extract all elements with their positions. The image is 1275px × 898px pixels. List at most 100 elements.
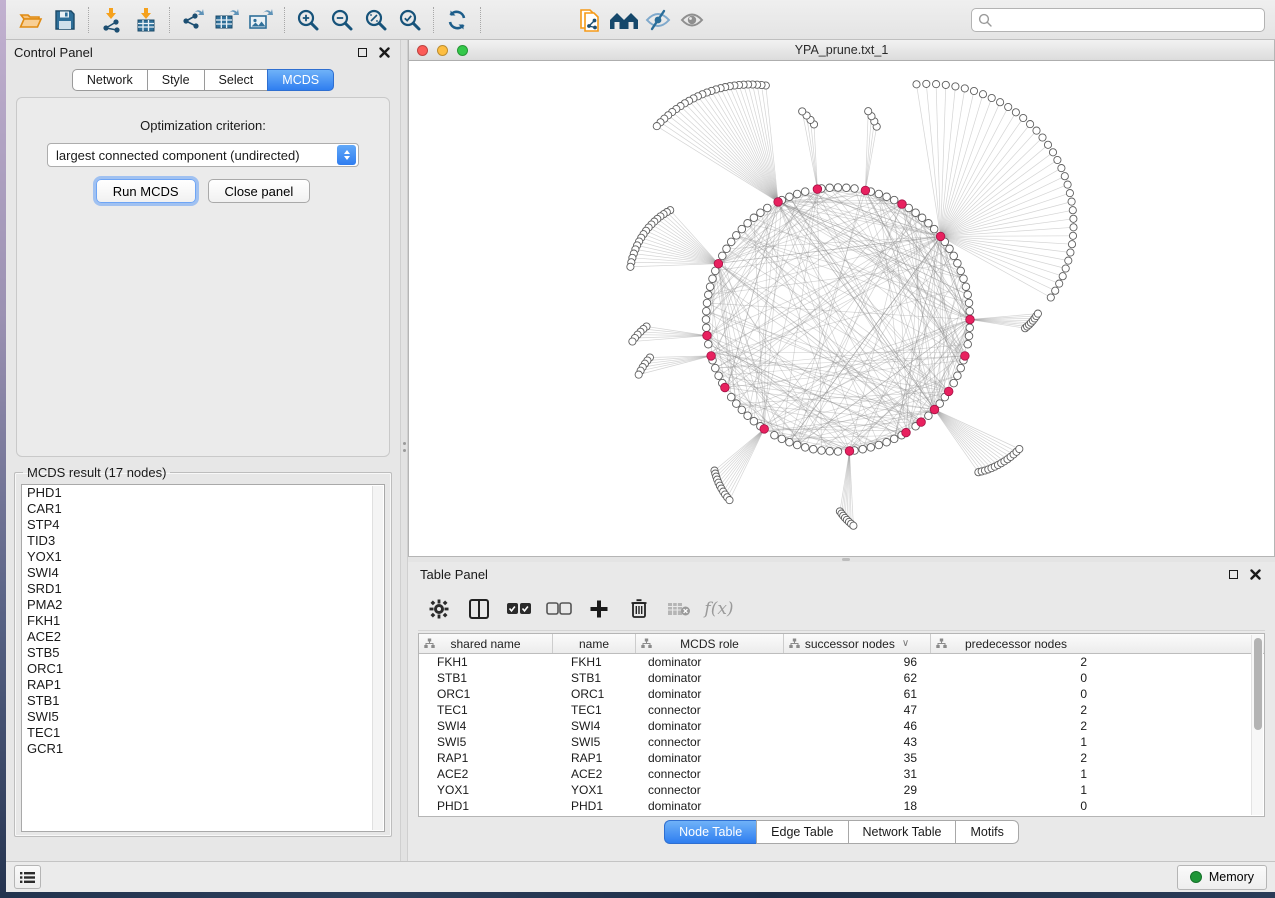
mcds-list-item[interactable]: PHD1 xyxy=(22,485,384,501)
table-row[interactable]: SWI5SWI5connector431 xyxy=(419,734,1264,750)
mcds-list-item[interactable]: STP4 xyxy=(22,517,384,533)
table-scrollbar[interactable] xyxy=(1251,635,1263,815)
mcds-list-item[interactable]: STB5 xyxy=(22,645,384,661)
export-table-button[interactable] xyxy=(210,4,244,36)
cell-name: PHD1 xyxy=(553,798,636,814)
deselect-all-button[interactable] xyxy=(544,594,574,624)
tab-network-table[interactable]: Network Table xyxy=(848,820,956,844)
add-column-button[interactable] xyxy=(584,594,614,624)
zoom-fit-button[interactable] xyxy=(359,4,393,36)
mcds-result-list[interactable]: PHD1CAR1STP4TID3YOX1SWI4SRD1PMA2FKH1ACE2… xyxy=(21,484,385,832)
table-row[interactable]: YOX1YOX1connector291 xyxy=(419,782,1264,798)
cell-successor-nodes: 31 xyxy=(784,766,931,782)
float-panel-button[interactable] xyxy=(354,45,370,61)
toolbar-separator xyxy=(88,7,89,33)
fx-icon: f(x) xyxy=(704,599,733,619)
mcds-list-item[interactable]: SWI4 xyxy=(22,565,384,581)
trash-icon xyxy=(630,598,648,619)
column-header-predecessor-nodes[interactable]: predecessor nodes xyxy=(931,634,1101,653)
mcds-list-item[interactable]: YOX1 xyxy=(22,549,384,565)
table-row[interactable]: PHD1PHD1dominator180 xyxy=(419,798,1264,814)
mcds-list-item[interactable]: GCR1 xyxy=(22,741,384,757)
network-canvas[interactable] xyxy=(409,61,1274,556)
network-window-titlebar[interactable]: YPA_prune.txt_1 xyxy=(409,40,1274,61)
toolbar-separator xyxy=(284,7,285,33)
close-panel-button[interactable] xyxy=(376,45,392,61)
mcds-list-item[interactable]: STB1 xyxy=(22,693,384,709)
vertical-splitter[interactable] xyxy=(400,40,408,861)
mcds-list-item[interactable]: TID3 xyxy=(22,533,384,549)
scrollbar-thumb[interactable] xyxy=(1254,638,1262,730)
mcds-list-item[interactable]: RAP1 xyxy=(22,677,384,693)
show-panels-button[interactable] xyxy=(607,4,641,36)
mcds-list-item[interactable]: SRD1 xyxy=(22,581,384,597)
table-tabbar: Node TableEdge TableNetwork TableMotifs xyxy=(408,817,1275,847)
export-network-button[interactable] xyxy=(176,4,210,36)
delete-column-button[interactable] xyxy=(624,594,654,624)
table-body: FKH1FKH1dominator962STB1STB1dominator620… xyxy=(419,654,1264,814)
column-header-name[interactable]: name xyxy=(553,634,636,653)
criterion-select[interactable]: largest connected component (undirected) xyxy=(47,143,359,167)
show-columns-button[interactable] xyxy=(464,594,494,624)
clone-network-button[interactable] xyxy=(573,4,607,36)
tab-mcds[interactable]: MCDS xyxy=(267,69,334,91)
memory-button[interactable]: Memory xyxy=(1177,865,1267,890)
cell-MCDS-role: connector xyxy=(636,766,784,782)
apply-layout-button[interactable] xyxy=(440,4,474,36)
mcds-list-item[interactable]: CAR1 xyxy=(22,501,384,517)
zoom-selected-button[interactable] xyxy=(393,4,427,36)
table-row[interactable]: ACE2ACE2connector311 xyxy=(419,766,1264,782)
table-close-button[interactable] xyxy=(1247,567,1263,583)
table-settings-button[interactable] xyxy=(424,594,454,624)
mcds-list-item[interactable]: PMA2 xyxy=(22,597,384,613)
toolbar-separator xyxy=(169,7,170,33)
column-header-MCDS-role[interactable]: MCDS role xyxy=(636,634,784,653)
delete-table-button[interactable] xyxy=(664,594,694,624)
tab-node-table[interactable]: Node Table xyxy=(664,820,756,844)
cell-shared-name: ACE2 xyxy=(419,766,553,782)
table-float-button[interactable] xyxy=(1225,567,1241,583)
close-panel-action-button[interactable]: Close panel xyxy=(208,179,311,203)
plus-icon xyxy=(589,599,609,619)
table-row[interactable]: ORC1ORC1dominator610 xyxy=(419,686,1264,702)
table-row[interactable]: STB1STB1dominator620 xyxy=(419,670,1264,686)
open-file-button[interactable] xyxy=(14,4,48,36)
mcds-list-item[interactable]: SWI5 xyxy=(22,709,384,725)
list-scrollbar[interactable] xyxy=(372,486,383,830)
table-row[interactable]: RAP1RAP1dominator352 xyxy=(419,750,1264,766)
run-mcds-button[interactable]: Run MCDS xyxy=(96,179,196,203)
tab-select[interactable]: Select xyxy=(204,69,268,91)
column-header-shared-name[interactable]: shared name xyxy=(419,634,553,653)
mcds-result-title: MCDS result (17 nodes) xyxy=(23,465,170,480)
mcds-list-item[interactable]: TEC1 xyxy=(22,725,384,741)
mcds-list-item[interactable]: ORC1 xyxy=(22,661,384,677)
save-session-button[interactable] xyxy=(48,4,82,36)
hide-selected-button[interactable] xyxy=(641,4,675,36)
cell-shared-name: ORC1 xyxy=(419,686,553,702)
float-icon xyxy=(358,48,367,57)
export-image-button[interactable] xyxy=(244,4,278,36)
horizontal-splitter[interactable] xyxy=(408,557,1275,562)
function-builder-button[interactable]: f(x) xyxy=(704,594,734,624)
tab-motifs[interactable]: Motifs xyxy=(955,820,1018,844)
task-history-button[interactable] xyxy=(14,865,41,889)
import-table-button[interactable] xyxy=(129,4,163,36)
mcds-list-item[interactable]: ACE2 xyxy=(22,629,384,645)
tab-network[interactable]: Network xyxy=(72,69,147,91)
select-all-button[interactable] xyxy=(504,594,534,624)
zoom-in-button[interactable] xyxy=(291,4,325,36)
tab-style[interactable]: Style xyxy=(147,69,204,91)
table-row[interactable]: TEC1TEC1connector472 xyxy=(419,702,1264,718)
show-all-button[interactable] xyxy=(675,4,709,36)
memory-label: Memory xyxy=(1209,870,1254,884)
table-row[interactable]: SWI4SWI4dominator462 xyxy=(419,718,1264,734)
search-input[interactable] xyxy=(996,13,1258,27)
zoom-out-button[interactable] xyxy=(325,4,359,36)
column-label: name xyxy=(579,637,609,651)
tab-edge-table[interactable]: Edge Table xyxy=(756,820,847,844)
table-row[interactable]: FKH1FKH1dominator962 xyxy=(419,654,1264,670)
cell-MCDS-role: connector xyxy=(636,734,784,750)
import-network-button[interactable] xyxy=(95,4,129,36)
mcds-list-item[interactable]: FKH1 xyxy=(22,613,384,629)
column-header-successor-nodes[interactable]: successor nodes∨ xyxy=(784,634,931,653)
